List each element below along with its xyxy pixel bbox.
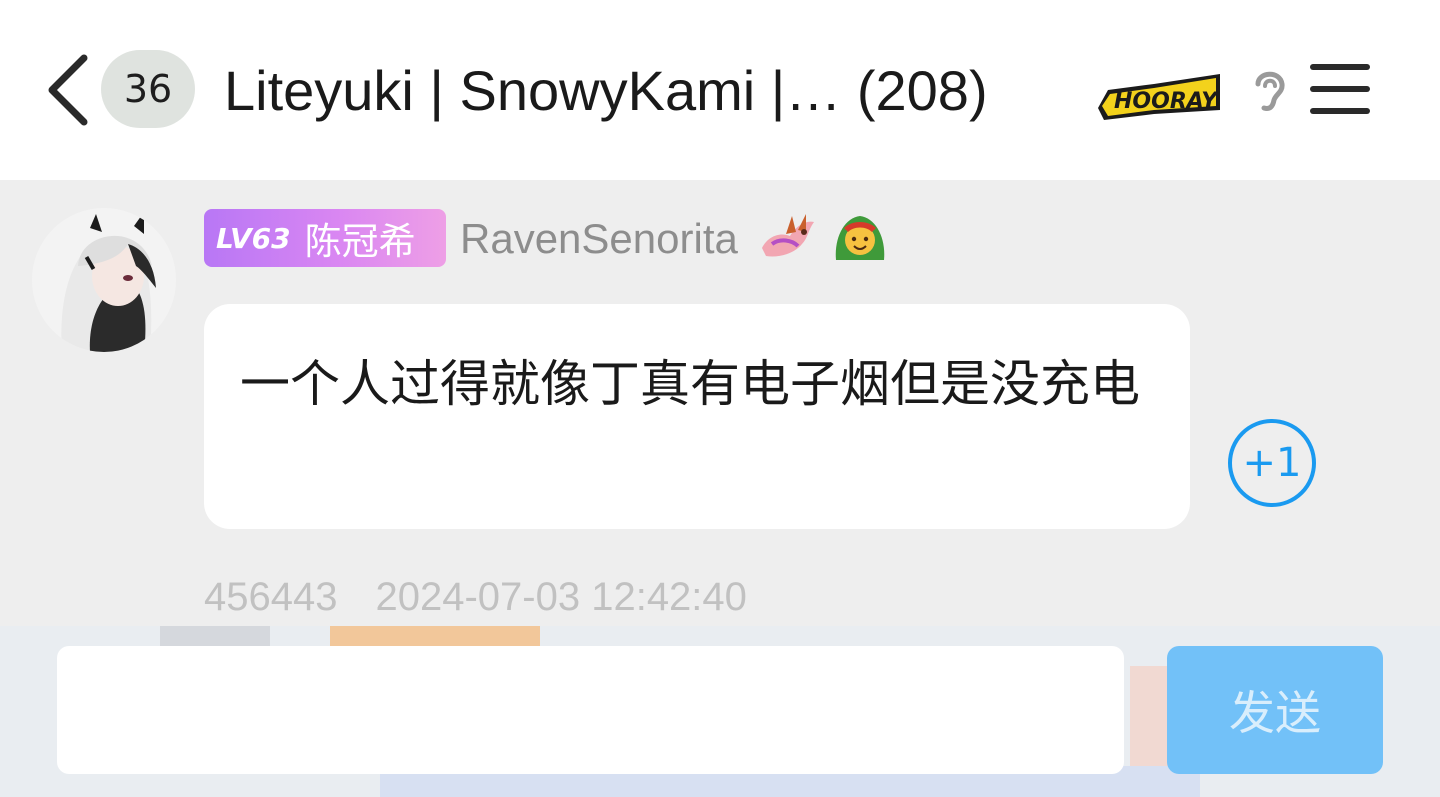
message-input[interactable] <box>57 646 1124 774</box>
avatar-illustration <box>32 208 176 352</box>
green-hooded-emoji-icon <box>835 216 885 260</box>
group-nickname: 陈冠希 <box>304 220 416 263</box>
chevron-left-icon[interactable] <box>40 52 96 128</box>
hooray-sticker-icon: HOORAY <box>1098 74 1220 120</box>
unread-count-badge[interactable]: 36 <box>101 50 195 128</box>
message-id: 456443 <box>204 575 338 619</box>
ear-icon[interactable] <box>1246 64 1292 116</box>
message-meta: 456443 2024-07-03 12:42:40 <box>204 574 747 620</box>
message-bubble[interactable]: 一个人过得就像丁真有电子烟但是没充电 <box>204 304 1190 529</box>
chat-title: Liteyuki | SnowyKami |… (208) <box>224 59 988 122</box>
dragon-badge-icon <box>762 214 814 257</box>
svg-text:HOORAY: HOORAY <box>1114 89 1219 114</box>
send-button[interactable]: 发送 <box>1167 646 1383 774</box>
level-label: LV63 <box>216 221 291 255</box>
sender-username[interactable]: RavenSenorita <box>460 212 738 266</box>
level-badge: LV63 陈冠希 <box>204 209 446 267</box>
avatar[interactable] <box>32 208 176 352</box>
message-timestamp: 2024-07-03 12:42:40 <box>375 575 747 619</box>
hamburger-menu-icon[interactable] <box>1310 62 1370 116</box>
composer-bar: 发送 <box>0 626 1440 797</box>
chat-header: 36 Liteyuki | SnowyKami |… (208) HOORAY <box>0 0 1440 180</box>
plus-one-button[interactable]: +1 <box>1228 419 1316 507</box>
